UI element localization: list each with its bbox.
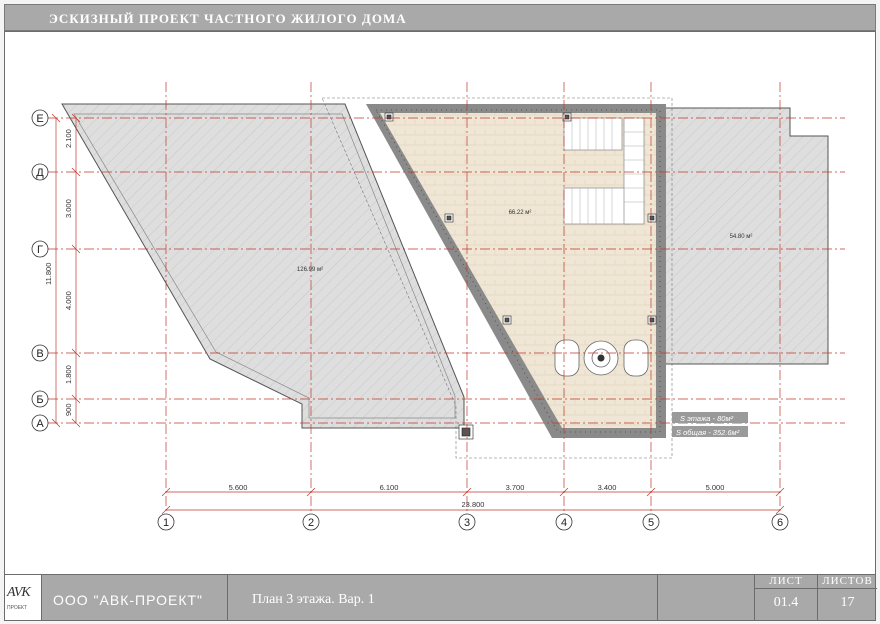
area-notes: S этажа - 80м² S общая - 352.6м²: [672, 412, 748, 437]
company-cell: ООО "АВК-ПРОЕКТ": [41, 575, 228, 620]
column-axis-3: 3: [464, 517, 470, 529]
dim-v-3: 4.000: [64, 291, 73, 310]
column-axis-1: 1: [163, 517, 169, 529]
row-axis-4: В: [36, 348, 43, 360]
dim-v-2: 3.000: [64, 199, 73, 218]
empty-cell: [658, 575, 755, 620]
dim-h-5: 5.000: [706, 483, 725, 492]
dim-h-total: 23.800: [462, 500, 485, 509]
sheet-name: План 3 этажа. Вар. 1: [252, 592, 375, 607]
dim-v-4: 1.800: [64, 365, 73, 384]
logo-subtitle: ПРОЕКТ: [7, 605, 28, 611]
dim-v-total: 11.800: [44, 263, 53, 285]
furniture-group: [554, 339, 649, 377]
sheets-label: ЛИСТОВ: [818, 575, 877, 589]
sheet-name-cell: План 3 этажа. Вар. 1: [228, 575, 658, 620]
row-axis-1: Е: [36, 113, 43, 125]
row-axis-2: Д: [36, 167, 44, 179]
row-axis-5: Б: [36, 394, 43, 406]
sheets-total-cell: ЛИСТОВ 17: [818, 575, 877, 620]
sheets-total: 17: [840, 595, 855, 610]
company-logo: AVK ПРОЕКТ: [5, 575, 42, 620]
drawing-sheet: ЭСКИЗНЫЙ ПРОЕКТ ЧАСТНОГО ЖИЛОГО ДОМА 2.1…: [0, 0, 880, 624]
sheet-number-cell: ЛИСТ 01.4: [755, 575, 818, 620]
floor-area-note: S этажа - 80м²: [680, 414, 734, 423]
area-label-interior: 66.22 м²: [509, 210, 532, 216]
logo-mark: AVK: [7, 585, 31, 600]
sheet-label: ЛИСТ: [755, 575, 817, 589]
column-axis-4: 4: [561, 517, 567, 529]
dim-v-1: 2.100: [64, 129, 73, 148]
dim-v-5: 900: [64, 403, 73, 416]
column-axis-markers: 1 2 3 4 5 6: [157, 513, 789, 531]
sheet-number: 01.4: [773, 595, 799, 610]
total-area-note: S общая - 352.6м²: [676, 428, 740, 437]
row-axis-6: А: [36, 418, 44, 430]
dim-h-1: 5.600: [229, 483, 248, 492]
title-block: AVK ПРОЕКТ ООО "АВК-ПРОЕКТ" План 3 этажа…: [4, 574, 877, 621]
dim-h-3: 3.700: [506, 483, 525, 492]
dim-h-4: 3.400: [598, 483, 617, 492]
column-axis-2: 2: [308, 517, 314, 529]
column-axis-6: 6: [777, 517, 783, 529]
company-name: ООО "АВК-ПРОЕКТ": [53, 592, 204, 608]
dim-h-2: 6.100: [380, 483, 399, 492]
row-axis-3: Г: [37, 244, 43, 256]
area-label-terrace-left: 126.99 м²: [297, 267, 323, 273]
column-axis-5: 5: [648, 517, 654, 529]
area-label-terrace-right: 54.80 м²: [730, 234, 753, 240]
floor-plan: 2.100 3.000 4.000 1.800 900 11.800 5.600…: [31, 82, 845, 531]
